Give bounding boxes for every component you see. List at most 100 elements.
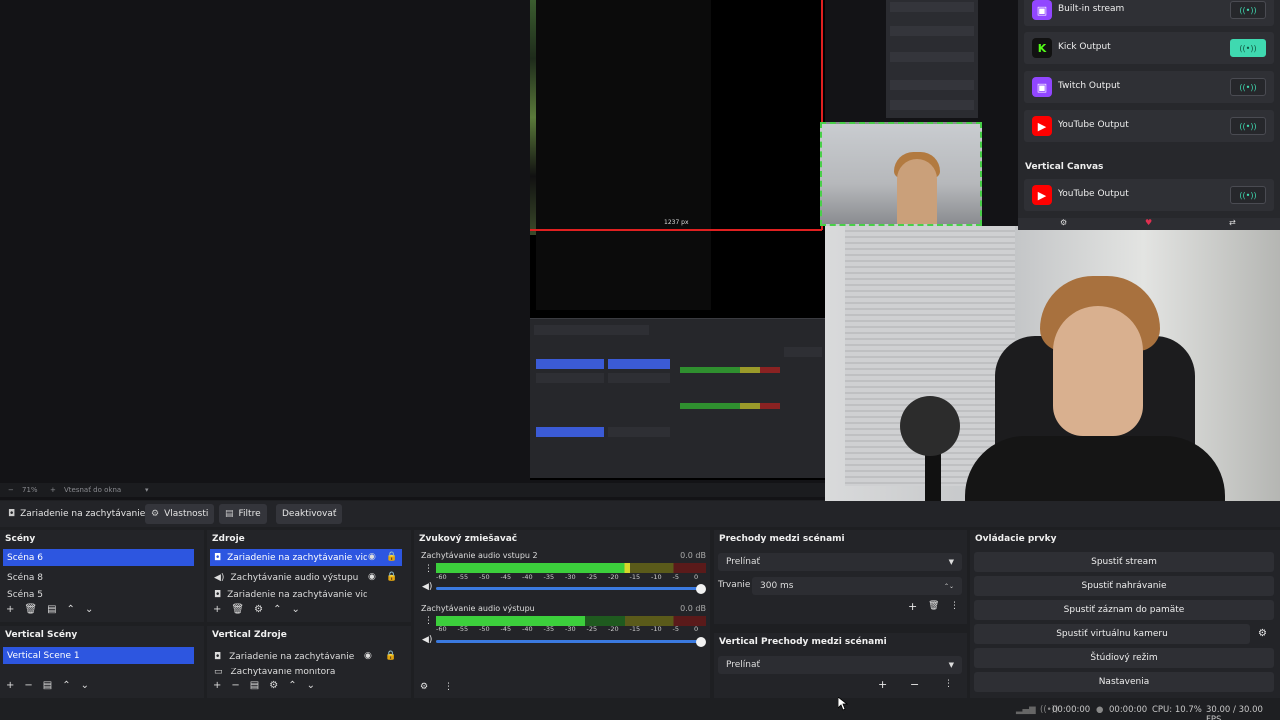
scene-item[interactable]: Scéna 5 [3,589,194,601]
volume-slider-handle[interactable] [696,584,706,594]
fit-mode-select[interactable]: Vtesnať do okna [64,486,121,494]
output-toggle-button[interactable]: ((•)) [1230,117,1266,135]
filter-icon[interactable]: ▤ [47,604,56,615]
transitions-title: Prechody medzi scénami [719,534,845,544]
preview-canvas[interactable]: 1237 px ▣ Built-in stream ((•)) K Kick O… [0,0,1280,526]
sources-title: Zdroje [212,534,245,544]
trash-icon[interactable]: 🗑 [928,601,939,611]
meter-scale-tick: -40 [522,573,533,581]
outputs-dock-footer: ⚙ ♥ ⇄ [1018,218,1280,230]
add-icon[interactable]: + [213,680,221,691]
meter-scale-tick: -10 [651,573,662,581]
arrow-down-icon[interactable]: ⌄ [85,604,93,615]
gear-icon[interactable]: ⚙ [269,680,278,691]
vertical-source-item[interactable]: ▭ Zachytávanie monitora [210,668,402,676]
meter-scale-tick: -30 [565,625,576,633]
meter-scale-tick: -40 [522,625,533,633]
add-icon[interactable]: + [878,678,887,691]
start-recording-button[interactable]: Spustiť nahrávanie [974,576,1274,596]
add-icon[interactable]: + [908,600,917,613]
kebab-menu-icon[interactable]: ⋮ [424,564,433,574]
filters-label: Filtre [238,509,261,519]
output-item: ▣ Built-in stream ((•)) [1024,0,1274,26]
zoom-out-icon[interactable]: − [8,486,14,494]
volume-slider-handle[interactable] [696,637,706,647]
speaker-icon[interactable]: ◀) [422,635,432,645]
kebab-menu-icon[interactable]: ⋮ [944,679,953,689]
gear-icon[interactable]: ⚙ [1060,218,1067,227]
arrow-up-icon[interactable]: ⌃ [273,604,281,615]
camera-icon: ◘ [214,651,222,662]
start-stream-button[interactable]: Spustiť stream [974,552,1274,572]
kebab-menu-icon[interactable]: ⋮ [444,682,453,692]
output-toggle-button[interactable]: ((•)) [1230,39,1266,57]
settings-button[interactable]: Nastavenia [974,672,1274,692]
arrow-down-icon[interactable]: ⌄ [81,680,89,691]
arrow-up-icon[interactable]: ⌃ [62,680,70,691]
speaker-icon[interactable]: ◀) [422,582,432,592]
studio-mode-button[interactable]: Štúdiový režim [974,648,1274,668]
transition-select-value: Prelínať [726,557,761,567]
audio-level-meter [436,563,706,573]
duration-spinbox[interactable]: 300 ms ⌃⌄ [752,577,962,595]
lock-icon[interactable]: 🔒 [386,552,397,562]
arrow-down-icon[interactable]: ⌄ [307,680,315,691]
status-bar: ▂▄▆ ((•)) 00:00:00 ● 00:00:00 CPU: 10.7%… [0,700,1280,720]
properties-button[interactable]: ⚙ Vlastnosti [145,504,215,524]
transition-select[interactable]: Prelínať ▼ [718,553,962,571]
heart-icon[interactable]: ♥ [1145,218,1152,227]
arrow-down-icon[interactable]: ⌄ [291,604,299,615]
start-replay-buffer-button[interactable]: Spustiť záznam do pamäte [974,600,1274,620]
chevron-down-icon: ▼ [948,661,954,669]
swap-icon[interactable]: ⇄ [1229,218,1236,227]
filters-button[interactable]: ▤ Filtre [219,504,267,524]
scene-item[interactable]: Scéna 8 [3,569,194,586]
trash-icon[interactable]: 🗑 [231,604,244,615]
youtube-icon: ▶ [1032,116,1052,136]
output-toggle-button[interactable]: ((•)) [1230,186,1266,204]
volume-slider[interactable] [436,640,702,643]
chevron-down-icon[interactable]: ▾ [145,486,149,494]
source-item[interactable]: ◘ Zariadenie na zachytávanie videa ( [210,589,402,601]
add-icon[interactable]: + [213,604,221,615]
vertical-scene-item[interactable]: Vertical Scene 1 [3,647,194,664]
nested-outputs-thumbnail [886,0,978,118]
scene-item[interactable]: Scéna 6 [3,549,194,566]
eye-icon[interactable]: ◉ [368,552,376,562]
eye-icon[interactable]: ◉ [364,651,372,661]
volume-slider[interactable] [436,587,702,590]
webcam-source-selected[interactable] [820,122,982,226]
vertical-scenes-title: Vertical Scény [5,630,78,640]
gear-icon[interactable]: ⚙ [254,604,263,615]
canvas-dark-area [536,0,711,310]
lock-icon[interactable]: 🔒 [385,651,396,661]
minus-icon[interactable]: − [24,680,32,691]
lock-icon[interactable]: 🔒 [386,572,397,582]
deactivate-button[interactable]: Deaktivovať [276,504,343,524]
trash-icon[interactable]: 🗑 [24,604,37,615]
start-virtual-camera-button[interactable]: Spustiť virtuálnu kameru [974,624,1250,644]
arrow-up-icon[interactable]: ⌃ [67,604,75,615]
minus-icon[interactable]: − [910,678,919,691]
eye-icon[interactable]: ◉ [368,572,376,582]
filter-icon[interactable]: ▤ [43,680,52,691]
mixer-settings-icon[interactable]: ⚙ [420,682,428,692]
output-toggle-button[interactable]: ((•)) [1230,78,1266,96]
meter-scale-tick: -15 [629,573,641,581]
filter-icon[interactable]: ▤ [250,680,259,691]
vertical-source-item[interactable]: ◘ Zariadenie na zachytávanie vide [210,648,402,665]
virtual-camera-settings-icon[interactable]: ⚙ [1258,628,1267,639]
kebab-menu-icon[interactable]: ⋮ [424,616,433,626]
zoom-in-icon[interactable]: + [50,486,56,494]
kebab-menu-icon[interactable]: ⋮ [950,601,959,611]
gear-icon: ⚙ [151,509,160,519]
add-icon[interactable]: + [6,680,14,691]
meter-scale-tick: -50 [479,573,490,581]
meter-scale-tick: -25 [586,625,598,633]
arrow-up-icon[interactable]: ⌃ [288,680,296,691]
vertical-transition-select[interactable]: Prelínať ▼ [718,656,962,674]
output-toggle-button[interactable]: ((•)) [1230,1,1266,19]
add-icon[interactable]: + [6,604,14,615]
minus-icon[interactable]: − [231,680,239,691]
duration-label: Trvanie [718,580,751,590]
